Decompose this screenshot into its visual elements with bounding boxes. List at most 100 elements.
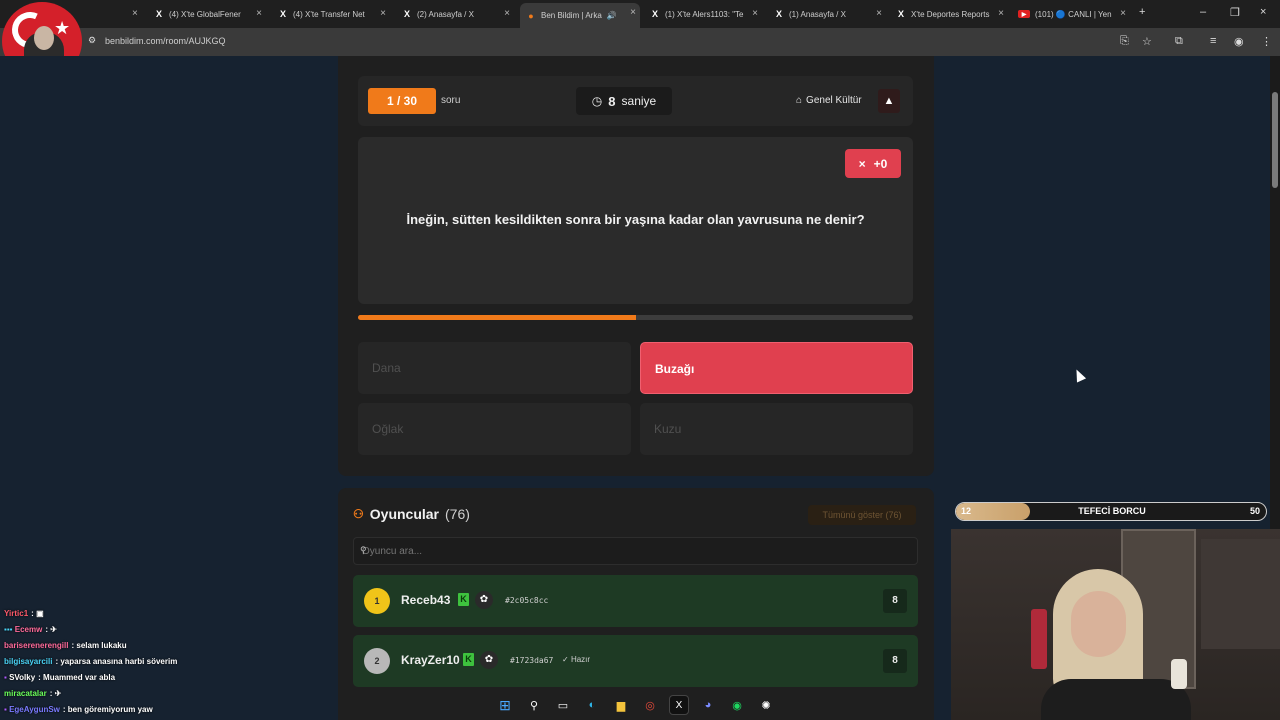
webcam-microphone [1031, 609, 1047, 669]
close-tab-icon[interactable]: × [132, 8, 138, 19]
os-taskbar: ⊞ ⚲ ▭ ◐ ▆ ◎ X ◕ ◉ ✺ [495, 694, 785, 716]
players-title: ⚇ Oyuncular (76) [353, 506, 470, 522]
player-avatar-icon: ✿ [480, 651, 498, 669]
file-explorer-icon[interactable]: ▆ [611, 695, 631, 715]
browser-tab-strip: X (4) X'te GlobalFener × X (4) X'te Transfe… [0, 0, 1280, 28]
extensions-icon[interactable]: ⧉ [1175, 35, 1183, 48]
close-window-icon[interactable]: × [1260, 6, 1266, 18]
webcam-cup [1171, 659, 1187, 689]
players-panel: ⚇ Oyuncular (76) Tümünü göster (76) ⚲ 1 … [338, 488, 934, 720]
close-tab-icon[interactable]: × [504, 8, 510, 19]
url-field[interactable]: benbildim.com/room/AUJKGQ [105, 36, 226, 46]
ready-status: ✓ Hazır [562, 655, 591, 664]
timer-value: 8 [608, 93, 616, 109]
browser-tab[interactable]: X (4) X'te GlobalFener × [148, 4, 266, 24]
close-tab-icon[interactable]: × [1120, 8, 1126, 19]
question-text: İneğin, sütten kesildikten sonra bir yaş… [406, 212, 865, 227]
discord-icon[interactable]: ◕ [698, 695, 718, 715]
install-app-icon[interactable]: ⎘ [1120, 35, 1129, 48]
show-all-button[interactable]: Tümünü göster (76) [808, 505, 916, 525]
chat-message: bilgisayarcili: yaparsa anasına harbi sö… [4, 657, 178, 666]
rank-badge: 1 [364, 588, 390, 614]
maximize-icon[interactable]: ❐ [1230, 6, 1240, 19]
player-row[interactable]: 1 Receb43 K ✿ #2c05c8cc 8 [353, 575, 918, 627]
task-view-icon[interactable]: ▭ [553, 695, 573, 715]
player-id: #1723da67 [510, 656, 554, 665]
x-app-icon[interactable]: X [669, 695, 689, 715]
new-tab-icon[interactable]: + [1139, 6, 1145, 18]
edge-icon[interactable]: ◐ [582, 695, 602, 715]
close-tab-icon[interactable]: × [752, 8, 758, 19]
tag-icon: ⌂ [796, 95, 803, 106]
score-delta-value: +0 [873, 156, 888, 171]
browser-tab[interactable]: ▶ (101) 🔵 CANLI | Yen × [1012, 4, 1130, 24]
answer-option-selected[interactable]: Buzağı [640, 342, 913, 394]
media-control-icon[interactable]: ≡ [1210, 35, 1216, 47]
answer-option[interactable]: Kuzu [640, 403, 913, 455]
player-search-input[interactable] [353, 537, 918, 565]
question-counter-label: soru [441, 95, 461, 106]
chat-message: ▪ SVolky: Muammed var abla [4, 673, 116, 682]
players-count: (76) [445, 506, 470, 522]
obs-icon[interactable]: ✺ [756, 695, 776, 715]
stream-goal-bar: 12 TEFECİ BORCU 50 [955, 502, 1267, 521]
minimize-icon[interactable]: – [1200, 6, 1206, 18]
goal-target: 50 [1249, 506, 1260, 516]
browser-tab[interactable]: X (1) Anasayfa / X × [768, 4, 886, 24]
timer-unit: saniye [621, 94, 657, 108]
goal-title: TEFECİ BORCU [1078, 506, 1146, 516]
x-logo-icon: X [775, 9, 782, 19]
address-bar: ⚙ benbildim.com/room/AUJKGQ ⎘ ☆ ⧉ ≡ ◉ ⋮ [0, 28, 1280, 56]
profile-icon[interactable]: ◉ [1234, 35, 1244, 48]
x-logo-icon: X [897, 9, 904, 19]
windows-start-icon[interactable]: ⊞ [495, 695, 515, 715]
badge-icon: ▪ [4, 705, 7, 714]
browser-tab[interactable]: X (4) X'te Transfer Net × [272, 4, 390, 24]
report-warning-icon[interactable]: ▲ [878, 89, 900, 113]
player-name: Receb43 [401, 593, 451, 607]
speaker-icon[interactable]: 🔊 [607, 11, 617, 20]
answer-option[interactable]: Oğlak [358, 403, 631, 455]
search-icon[interactable]: ⚲ [524, 695, 544, 715]
chat-user: EgeAygunSw [9, 705, 60, 714]
stream-chat: Yirtic1: ▣ ▪▪▪ Ecemw: ✈ bariserenerengil… [0, 606, 240, 720]
chat-message: bariserenerengill: selam lukaku [4, 641, 127, 650]
answer-option[interactable]: Dana [358, 342, 631, 394]
emote-icon: ✈ [50, 625, 57, 634]
scrollbar-thumb[interactable] [1272, 92, 1278, 188]
score-delta-badge: × +0 [845, 149, 901, 178]
player-row[interactable]: 2 KrayZer10 K ✿ #1723da67 ✓ Hazır 8 [353, 635, 918, 687]
chat-user: Yirtic1 [4, 609, 29, 618]
bookmark-star-icon[interactable]: ☆ [1142, 35, 1152, 48]
close-tab-icon[interactable]: × [876, 8, 882, 19]
chat-user: bariserenerengill [4, 641, 69, 650]
site-info-icon[interactable]: ⚙ [88, 35, 96, 46]
chat-message: ▪ EgeAygunSw: ben göremiyorum yaw [4, 705, 153, 714]
chat-user: miracatalar [4, 689, 47, 698]
quiz-panel: 1 / 30 soru ◷ 8 saniye ⌂ Genel Kültür ▲ … [338, 56, 934, 476]
chat-user: SVolky [9, 673, 36, 682]
webcam-feed [951, 529, 1280, 720]
browser-tab[interactable]: X (1) X'te Alers1103: "Te × [644, 4, 762, 24]
browser-tab[interactable]: X (2) Anasayfa / X × [396, 4, 514, 24]
check-circle-icon: ✓ [562, 655, 569, 664]
emote-icon: ▣ [36, 609, 44, 618]
spotify-icon[interactable]: ◉ [727, 695, 747, 715]
browser-tab-active[interactable]: ● Ben Bildim | Arka 🔊 × [520, 3, 640, 28]
category-label: Genel Kültür [806, 95, 862, 106]
webcam-person-body [1041, 679, 1191, 720]
close-tab-icon[interactable]: × [256, 8, 262, 19]
users-icon: ⚇ [353, 507, 364, 521]
chrome-icon[interactable]: ◎ [640, 695, 660, 715]
kick-logo-icon: K [458, 593, 469, 606]
close-tab-icon[interactable]: × [998, 8, 1004, 19]
player-score: 8 [883, 589, 907, 613]
webcam-person-face [1071, 591, 1126, 657]
close-tab-icon[interactable]: × [630, 7, 636, 18]
rank-badge: 2 [364, 648, 390, 674]
chat-user: Ecemw [14, 625, 43, 634]
timer: ◷ 8 saniye [576, 87, 672, 115]
menu-icon[interactable]: ⋮ [1261, 35, 1272, 48]
close-tab-icon[interactable]: × [380, 8, 386, 19]
browser-tab[interactable]: X X'te Deportes Reports × [890, 4, 1008, 24]
